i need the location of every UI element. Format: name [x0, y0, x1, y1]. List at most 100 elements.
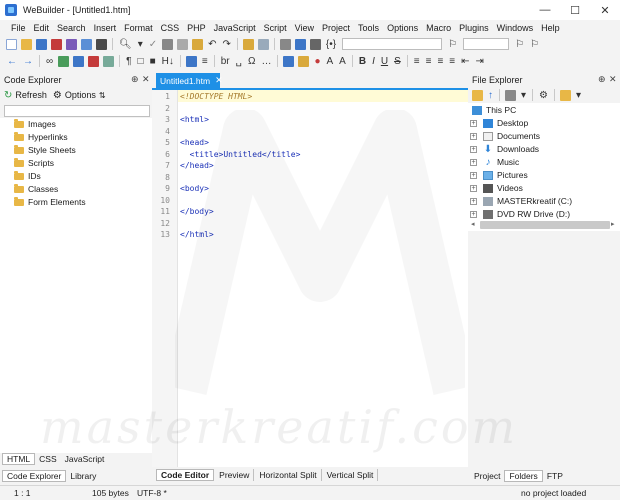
- scroll-right-icon[interactable]: ▸: [611, 220, 615, 228]
- pin-icon[interactable]: ⊕: [131, 74, 139, 85]
- binoculars-prev-icon[interactable]: ⚐: [530, 39, 539, 50]
- form-icon[interactable]: [294, 38, 306, 50]
- insert-image-icon[interactable]: [242, 38, 254, 50]
- list-icon[interactable]: ≡: [202, 56, 208, 67]
- scroll-left-icon[interactable]: ◂: [471, 220, 475, 228]
- document-icon[interactable]: [309, 38, 321, 50]
- expand-icon[interactable]: +: [470, 158, 477, 166]
- tab-horizontal-split[interactable]: Horizontal Split: [255, 469, 322, 481]
- toolbar-binoculars-icon[interactable]: ⚐: [448, 39, 457, 50]
- dropdown-arrow-icon[interactable]: ▾: [521, 90, 526, 101]
- up-arrow-icon[interactable]: ↑: [488, 90, 493, 101]
- menu-format[interactable]: Format: [120, 23, 157, 33]
- open-folder-icon[interactable]: [472, 89, 483, 101]
- menu-search[interactable]: Search: [53, 23, 90, 33]
- menu-tools[interactable]: Tools: [354, 23, 383, 33]
- menu-windows[interactable]: Windows: [493, 23, 538, 33]
- cut-icon[interactable]: [162, 38, 174, 50]
- underline-button[interactable]: U: [381, 56, 388, 67]
- tab-vertical-split[interactable]: Vertical Split: [323, 469, 379, 481]
- div-icon[interactable]: □: [138, 56, 144, 67]
- tree-item-scripts[interactable]: Scripts: [14, 157, 54, 169]
- tree-item-desktop[interactable]: + Desktop: [470, 117, 528, 129]
- expand-icon[interactable]: +: [470, 132, 477, 140]
- new-folder-icon[interactable]: [560, 89, 571, 101]
- line-break-button[interactable]: br: [221, 56, 230, 67]
- refresh-icon[interactable]: ↻: [4, 90, 12, 101]
- font-size-icon[interactable]: A: [339, 56, 346, 67]
- comment-icon[interactable]: …: [261, 56, 271, 67]
- heading-icon[interactable]: H↓: [162, 56, 174, 67]
- tab-css[interactable]: CSS: [35, 453, 60, 465]
- tab-javascript[interactable]: JavaScript: [61, 453, 109, 465]
- paragraph-icon[interactable]: ¶: [126, 56, 131, 67]
- panel-close-icon[interactable]: ✕: [609, 74, 617, 85]
- close-file-icon[interactable]: [81, 38, 92, 50]
- tree-item-style-sheets[interactable]: Style Sheets: [14, 144, 76, 156]
- gear-icon[interactable]: ⚙: [53, 90, 62, 101]
- toolbar-search-combo[interactable]: [463, 38, 510, 50]
- code-brackets-icon[interactable]: {•}: [326, 39, 336, 50]
- copy-icon[interactable]: [177, 38, 189, 50]
- menu-script[interactable]: Script: [260, 23, 291, 33]
- preview-icon[interactable]: [279, 38, 291, 50]
- menu-php[interactable]: PHP: [183, 23, 210, 33]
- paste-icon[interactable]: [192, 38, 204, 50]
- refresh-button[interactable]: Refresh: [15, 90, 47, 100]
- save-icon[interactable]: [36, 38, 47, 50]
- menu-file[interactable]: File: [7, 23, 30, 33]
- menu-macro[interactable]: Macro: [422, 23, 455, 33]
- spell-check-icon[interactable]: ✓: [149, 39, 157, 50]
- back-arrow-icon[interactable]: ←: [7, 56, 17, 67]
- tree-item-this-pc[interactable]: This PC: [472, 104, 516, 116]
- tree-item-pictures[interactable]: + Pictures: [470, 169, 528, 181]
- tab-library[interactable]: Library: [66, 470, 100, 482]
- forward-arrow-icon[interactable]: →: [23, 56, 33, 67]
- tab-html[interactable]: HTML: [2, 453, 36, 465]
- media-icon[interactable]: [88, 55, 100, 67]
- align-center-icon[interactable]: ≡: [426, 56, 432, 67]
- outdent-icon[interactable]: ⇤: [461, 56, 469, 67]
- expand-icon[interactable]: +: [470, 197, 477, 205]
- binoculars-next-icon[interactable]: ⚐: [515, 39, 524, 50]
- bold-button[interactable]: B: [359, 56, 366, 67]
- menu-edit[interactable]: Edit: [30, 23, 54, 33]
- redo-icon[interactable]: ↷: [223, 39, 231, 50]
- save-all-icon[interactable]: [66, 38, 77, 50]
- expand-icon[interactable]: +: [470, 184, 477, 192]
- tree-item-classes[interactable]: Classes: [14, 183, 58, 195]
- new-file-icon[interactable]: [6, 38, 17, 50]
- find-icon[interactable]: 🔍︎: [119, 39, 132, 50]
- tree-item-images[interactable]: Images: [14, 118, 56, 130]
- italic-button[interactable]: I: [372, 56, 375, 67]
- undo-icon[interactable]: ↶: [208, 39, 216, 50]
- align-left-icon[interactable]: ≡: [414, 56, 420, 67]
- tab-folders[interactable]: Folders: [504, 470, 543, 482]
- tree-item-form-elements[interactable]: Form Elements: [14, 196, 86, 208]
- print-icon[interactable]: [96, 38, 107, 50]
- anchor-icon[interactable]: [73, 55, 85, 67]
- clean-icon[interactable]: [298, 55, 310, 67]
- tab-preview[interactable]: Preview: [215, 469, 255, 481]
- font-icon[interactable]: A: [326, 56, 333, 67]
- insert-table-icon[interactable]: [257, 38, 269, 50]
- tab-close-icon[interactable]: ✕: [215, 75, 223, 86]
- menu-css[interactable]: CSS: [157, 23, 184, 33]
- menu-options[interactable]: Options: [383, 23, 422, 33]
- tree-item-ids[interactable]: IDs: [14, 170, 41, 182]
- tree-item-d-drive[interactable]: + DVD RW Drive (D:): [470, 208, 570, 220]
- sort-icon[interactable]: ⇅: [99, 91, 106, 100]
- menu-project[interactable]: Project: [318, 23, 354, 33]
- menu-javascript[interactable]: JavaScript: [210, 23, 260, 33]
- menu-help[interactable]: Help: [537, 23, 564, 33]
- gear-icon[interactable]: ⚙: [539, 90, 548, 101]
- color-picker-icon[interactable]: ●: [314, 56, 320, 67]
- pin-icon[interactable]: ⊕: [598, 74, 606, 85]
- expand-icon[interactable]: +: [470, 210, 477, 218]
- toolbar-combo[interactable]: [342, 38, 443, 50]
- expand-icon[interactable]: +: [470, 119, 477, 127]
- close-button[interactable]: ✕: [590, 0, 620, 20]
- tab-code-editor[interactable]: Code Editor: [156, 469, 215, 481]
- expand-icon[interactable]: +: [470, 145, 477, 153]
- flash-icon[interactable]: [103, 55, 115, 67]
